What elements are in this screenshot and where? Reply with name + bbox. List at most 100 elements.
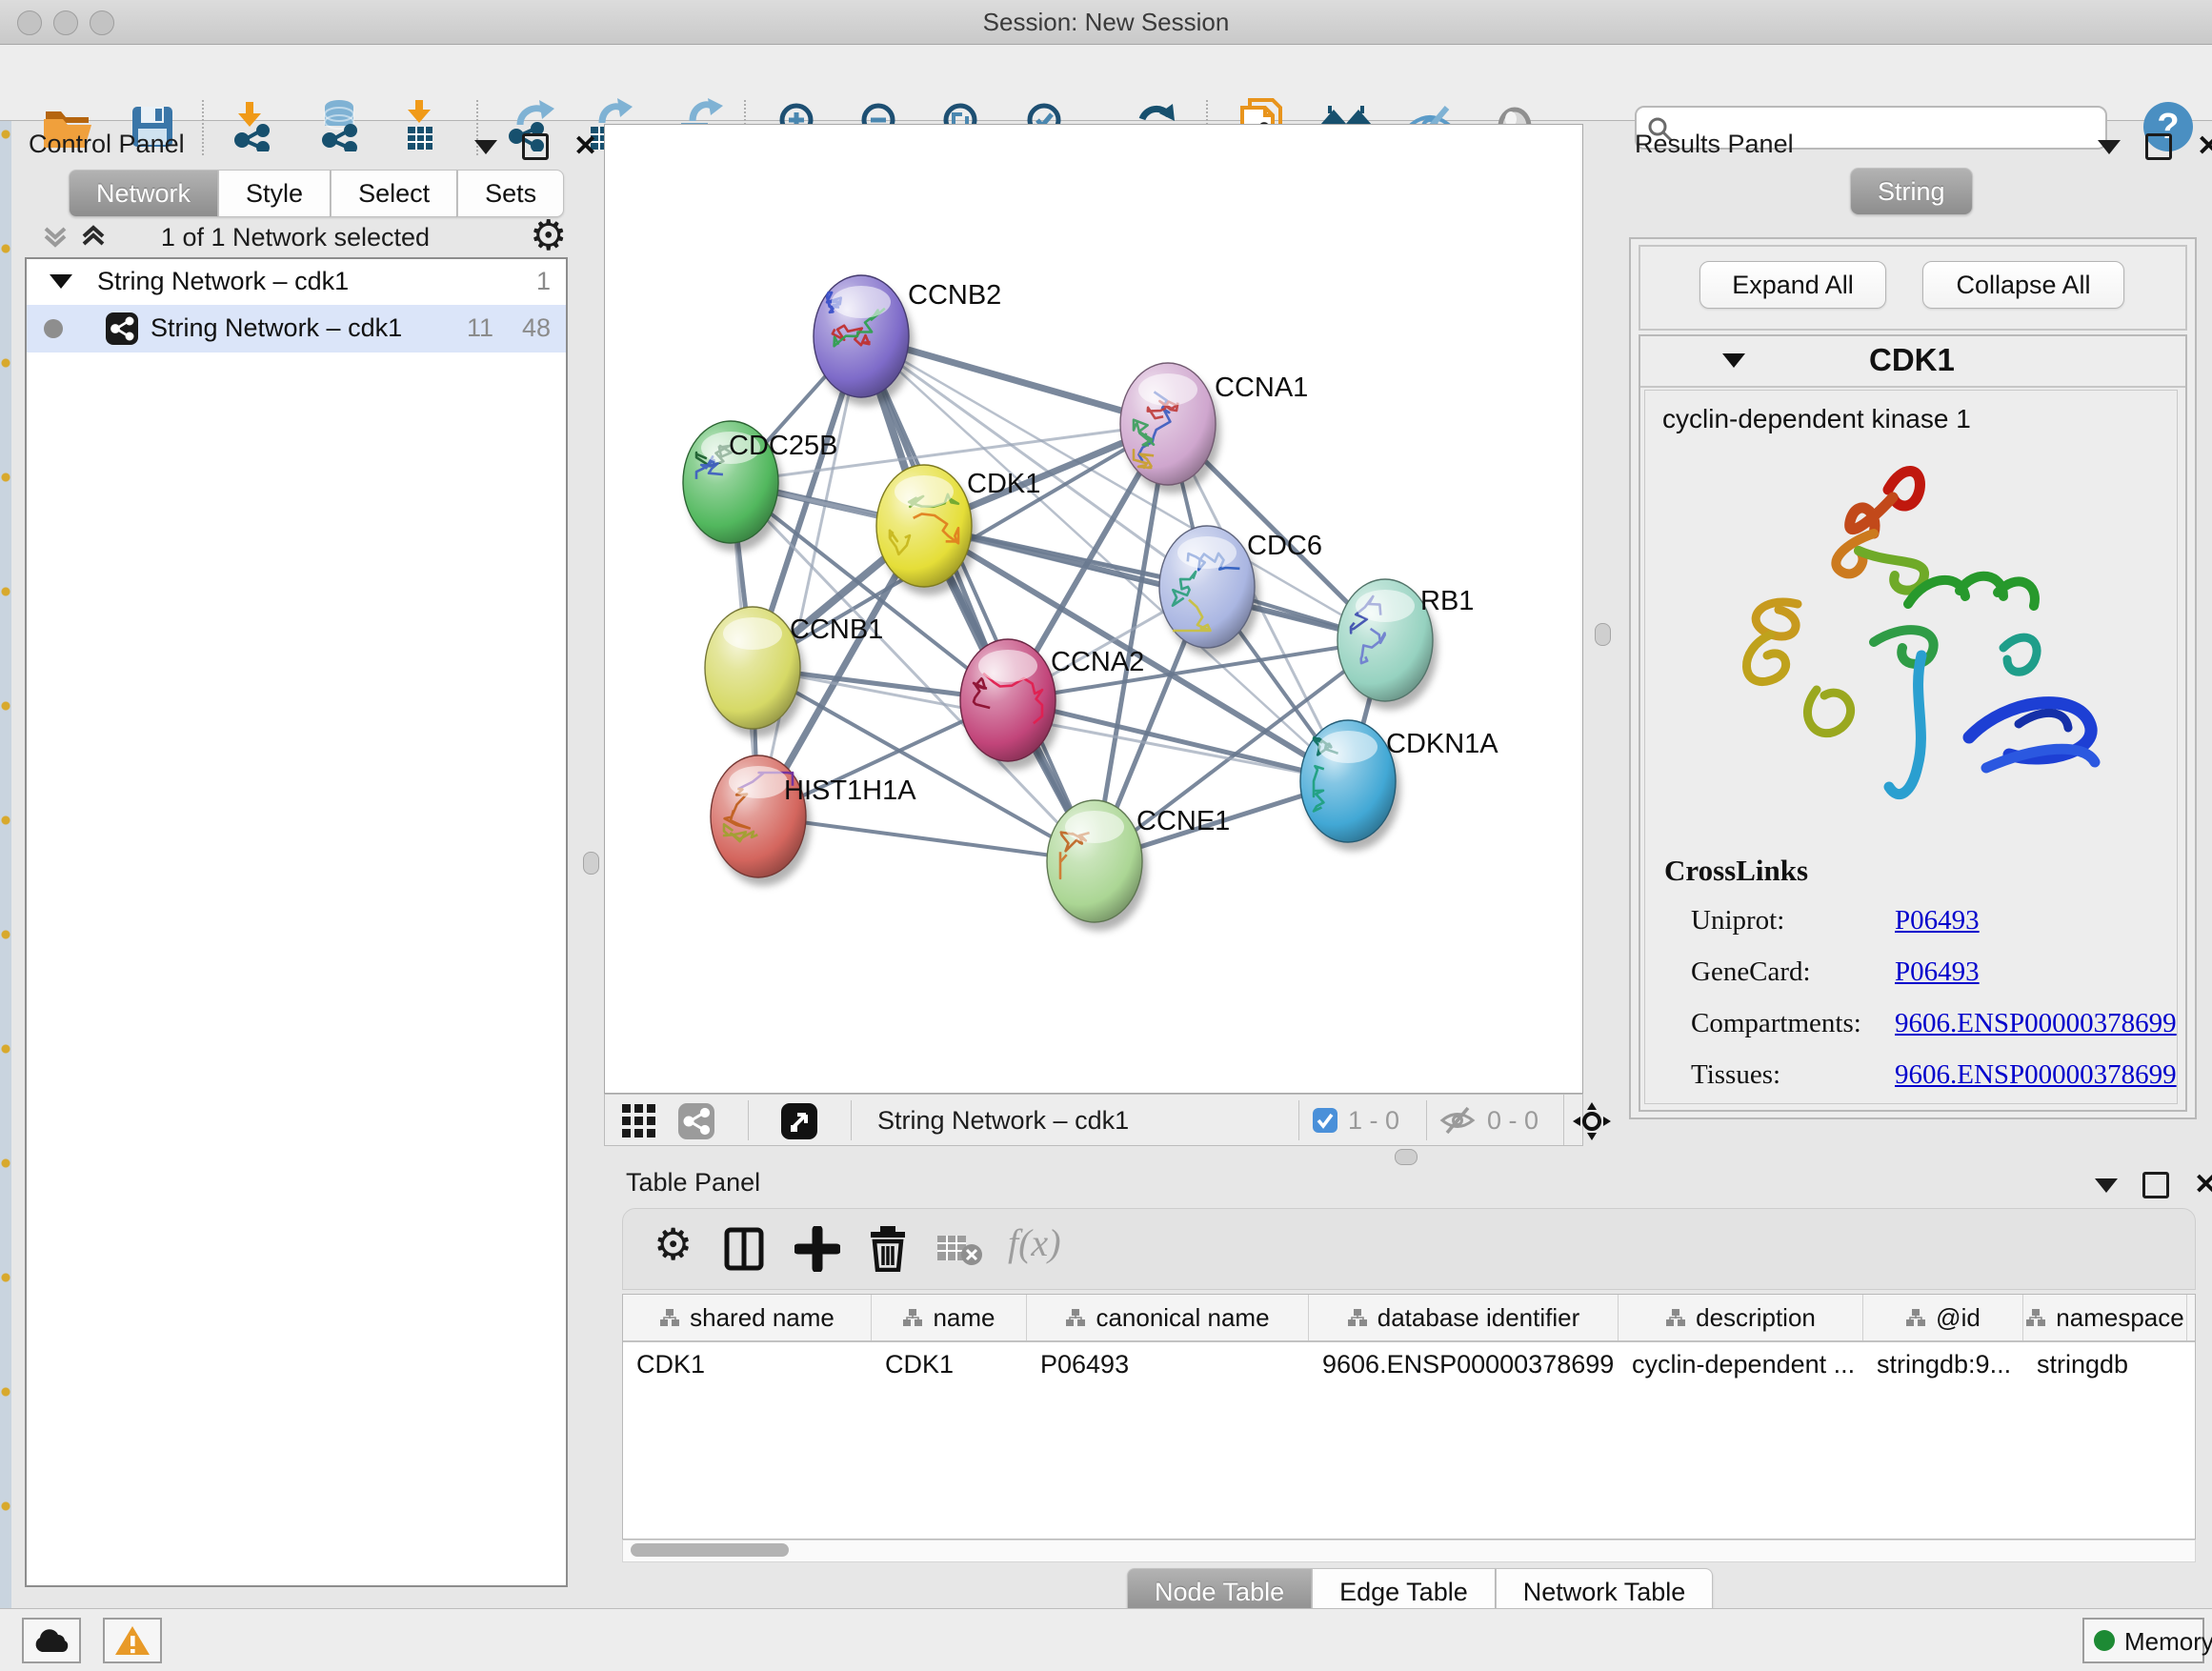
svg-text:HIST1H1A: HIST1H1A: [784, 775, 916, 806]
crosslink-label: Compartments:: [1691, 1008, 1861, 1039]
node-section-name: CDK1: [1869, 342, 1955, 378]
table-panel-menu-icon[interactable]: [2095, 1178, 2118, 1193]
svg-text:CDC6: CDC6: [1247, 531, 1322, 561]
column-header[interactable]: namespace: [2023, 1295, 2187, 1340]
birdseye-toggle-icon[interactable]: [780, 1102, 818, 1140]
control-panel-title: Control Panel: [29, 130, 185, 159]
section-collapse-icon[interactable]: [1722, 353, 1745, 368]
bottom-splitter-handle[interactable]: [1395, 1149, 1418, 1165]
delete-column-icon[interactable]: [865, 1224, 911, 1272]
memory-button[interactable]: Memory: [2082, 1618, 2204, 1663]
expand-collapse-box: Expand All Collapse All: [1639, 245, 2187, 331]
grid-view-icon[interactable]: [620, 1102, 658, 1140]
string-network-icon: [105, 312, 139, 346]
results-panel-menu-icon[interactable]: [2098, 140, 2121, 154]
network-canvas[interactable]: CCNB2CCNA1CDC25BCDK1CDC6RB1CCNB1CCNA2CDK…: [605, 125, 1582, 1093]
svg-text:CCNA2: CCNA2: [1051, 647, 1144, 677]
network-options-gear-icon[interactable]: ⚙: [530, 211, 567, 260]
function-builder-icon[interactable]: f(x): [1008, 1220, 1061, 1265]
expand-all-button[interactable]: Expand All: [1699, 261, 1886, 309]
table-cell[interactable]: stringdb: [2023, 1342, 2187, 1386]
crosslink-label: Uniprot:: [1691, 905, 1784, 936]
svg-text:CCNB2: CCNB2: [908, 280, 1001, 311]
column-header[interactable]: database identifier: [1309, 1295, 1619, 1340]
crosslink-compartments-link[interactable]: 9606.ENSP00000378699: [1895, 1008, 2177, 1039]
cloud-icon: [32, 1627, 70, 1654]
table-row[interactable]: CDK1CDK1P064939606.ENSP00000378699cyclin…: [623, 1342, 2195, 1386]
network-view[interactable]: CCNB2CCNA1CDC25BCDK1CDC6RB1CCNB1CCNA2CDK…: [604, 124, 1583, 1094]
node-section-header[interactable]: CDK1: [1640, 336, 2185, 388]
collapse-all-button[interactable]: Collapse All: [1922, 261, 2124, 309]
table-cell[interactable]: P06493: [1027, 1342, 1309, 1386]
crosslink-genecard-link[interactable]: P06493: [1895, 956, 1980, 988]
crosslink-uniprot-link[interactable]: P06493: [1895, 905, 1980, 936]
hierarchy-icon: [1665, 1308, 1686, 1327]
main-toolbar: ?: [0, 45, 2212, 121]
table-cell[interactable]: stringdb:9...: [1863, 1342, 2023, 1386]
control-panel-menu-icon[interactable]: [474, 140, 497, 154]
crosshair-icon[interactable]: [1573, 1102, 1611, 1140]
delete-table-icon[interactable]: [935, 1230, 985, 1268]
hidden-eye-icon[interactable]: [1439, 1104, 1476, 1137]
svg-text:CDK1: CDK1: [967, 469, 1040, 499]
table-cell[interactable]: 9606.ENSP00000378699: [1309, 1342, 1619, 1386]
network-selection-status: 1 of 1 Network selected: [13, 223, 577, 252]
protein-structure-image: [1683, 452, 2141, 833]
control-panel-close-icon[interactable]: ✕: [573, 136, 597, 157]
tab-select[interactable]: Select: [331, 170, 457, 217]
statusbar-separator: [1563, 1095, 1564, 1145]
column-header[interactable]: name: [872, 1295, 1027, 1340]
tab-sets[interactable]: Sets: [457, 170, 564, 217]
crosslinks-title: CrossLinks: [1664, 854, 1808, 888]
tree-collapse-icon[interactable]: [50, 274, 72, 289]
table-hscrollbar-thumb[interactable]: [631, 1543, 789, 1557]
column-header[interactable]: @id: [1863, 1295, 2023, 1340]
results-panel-float-icon[interactable]: [2145, 133, 2172, 160]
left-splitter-handle[interactable]: [583, 852, 599, 875]
table-panel: Table Panel ✕ ⚙ f(x) shared namenamecano…: [613, 1164, 2202, 1608]
svg-text:CCNB1: CCNB1: [790, 614, 883, 645]
warning-button[interactable]: [103, 1618, 162, 1663]
network-tree-root-row[interactable]: String Network – cdk1 1: [27, 259, 566, 305]
network-tree: String Network – cdk1 1 String Network –…: [25, 257, 568, 1587]
background-window-strip: [0, 121, 11, 1608]
crosslink-tissues-link[interactable]: 9606.ENSP00000378699: [1895, 1059, 2177, 1091]
tab-string[interactable]: String: [1850, 168, 1973, 215]
network-collection-label: String Network – cdk1: [97, 267, 349, 296]
table-header-row: shared namenamecanonical namedatabase id…: [623, 1295, 2195, 1342]
table-panel-close-icon[interactable]: ✕: [2194, 1175, 2212, 1196]
network-tree-child-row[interactable]: String Network – cdk1 11 48: [27, 305, 566, 352]
node-section-body: cyclin-dependent kinase 1: [1644, 390, 2178, 1104]
status-footer: Memory: [0, 1608, 2212, 1671]
statusbar-separator: [851, 1100, 852, 1140]
cloud-button[interactable]: [22, 1618, 81, 1663]
statusbar-separator: [1426, 1100, 1427, 1140]
table-panel-float-icon[interactable]: [2142, 1172, 2169, 1198]
control-panel-float-icon[interactable]: [522, 133, 549, 160]
network-name-label: String Network – cdk1: [151, 313, 402, 343]
tab-network[interactable]: Network: [69, 170, 218, 217]
create-column-icon[interactable]: [794, 1226, 840, 1272]
crosslink-label: GeneCard:: [1691, 956, 1811, 988]
title-bar: Session: New Session: [0, 0, 2212, 45]
show-columns-icon[interactable]: [722, 1226, 768, 1272]
table-hscrollbar[interactable]: [622, 1540, 2196, 1562]
hierarchy-icon: [1347, 1308, 1368, 1327]
hierarchy-icon: [1905, 1308, 1926, 1327]
table-cell[interactable]: CDK1: [872, 1342, 1027, 1386]
window-title: Session: New Session: [0, 8, 2212, 37]
right-splitter-handle[interactable]: [1595, 623, 1611, 646]
selected-checkbox-icon[interactable]: [1312, 1107, 1338, 1134]
column-header[interactable]: description: [1619, 1295, 1863, 1340]
table-settings-gear-icon[interactable]: ⚙: [654, 1218, 693, 1270]
share-view-icon[interactable]: [677, 1102, 715, 1140]
column-header[interactable]: canonical name: [1027, 1295, 1309, 1340]
svg-text:CCNA1: CCNA1: [1215, 372, 1308, 403]
hierarchy-icon: [2025, 1308, 2046, 1327]
column-header[interactable]: shared name: [623, 1295, 872, 1340]
tab-style[interactable]: Style: [218, 170, 331, 217]
table-cell[interactable]: CDK1: [623, 1342, 872, 1386]
application-window: Session: New Session ?: [0, 0, 2212, 1671]
table-cell[interactable]: cyclin-dependent ...: [1619, 1342, 1863, 1386]
results-panel-close-icon[interactable]: ✕: [2197, 136, 2212, 157]
